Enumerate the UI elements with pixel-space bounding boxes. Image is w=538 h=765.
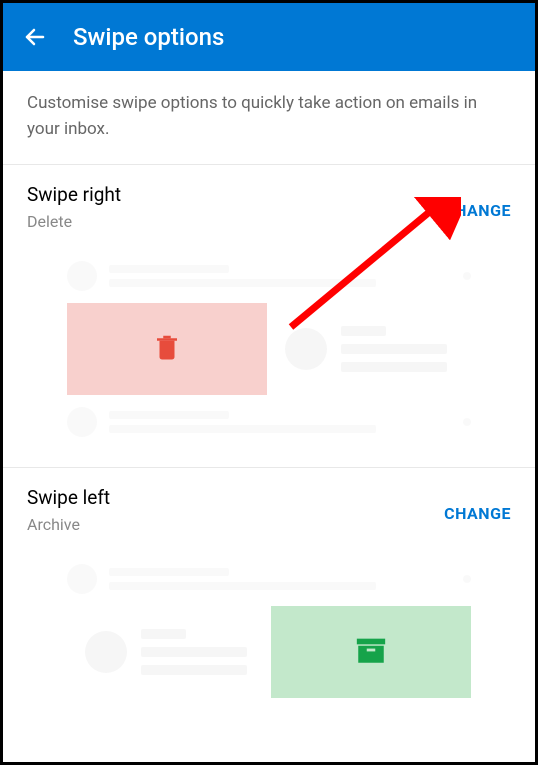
avatar-placeholder — [285, 328, 327, 370]
list-item — [267, 303, 471, 395]
dot-placeholder — [463, 575, 471, 583]
page-title: Swipe options — [73, 23, 224, 51]
swipe-demo-row — [67, 606, 471, 698]
swipe-right-title: Swipe right — [27, 183, 121, 206]
avatar-placeholder — [67, 407, 97, 437]
trash-icon — [152, 330, 182, 368]
change-button[interactable]: CHANGE — [444, 486, 511, 523]
back-icon[interactable] — [23, 25, 47, 49]
list-item — [27, 253, 511, 299]
text-placeholder — [109, 411, 451, 433]
swipe-right-preview — [27, 253, 511, 467]
avatar-placeholder — [85, 631, 127, 673]
text-placeholder — [341, 326, 453, 372]
swipe-right-action: Delete — [27, 212, 121, 231]
change-button[interactable]: CHANGE — [444, 183, 511, 220]
text-placeholder — [109, 568, 451, 590]
app-header: Swipe options — [3, 3, 535, 71]
archive-icon — [354, 635, 388, 669]
list-item — [27, 399, 511, 445]
delete-action-block — [67, 303, 267, 395]
swipe-left-preview — [27, 556, 511, 724]
swipe-right-section: Swipe right Delete CHANGE — [3, 165, 535, 468]
swipe-left-section: Swipe left Archive CHANGE — [3, 468, 535, 724]
archive-action-block — [271, 606, 471, 698]
avatar-placeholder — [67, 261, 97, 291]
section-title-group: Swipe right Delete — [27, 183, 121, 231]
section-header: Swipe right Delete CHANGE — [27, 183, 511, 231]
section-header: Swipe left Archive CHANGE — [27, 486, 511, 534]
avatar-placeholder — [67, 564, 97, 594]
dot-placeholder — [463, 418, 471, 426]
text-placeholder — [109, 265, 451, 287]
swipe-demo-row — [67, 303, 471, 395]
page-description: Customise swipe options to quickly take … — [3, 71, 535, 165]
dot-placeholder — [463, 272, 471, 280]
list-item — [67, 606, 271, 698]
swipe-left-title: Swipe left — [27, 486, 110, 509]
text-placeholder — [141, 629, 253, 675]
list-item — [27, 556, 511, 602]
section-title-group: Swipe left Archive — [27, 486, 110, 534]
swipe-left-action: Archive — [27, 515, 110, 534]
